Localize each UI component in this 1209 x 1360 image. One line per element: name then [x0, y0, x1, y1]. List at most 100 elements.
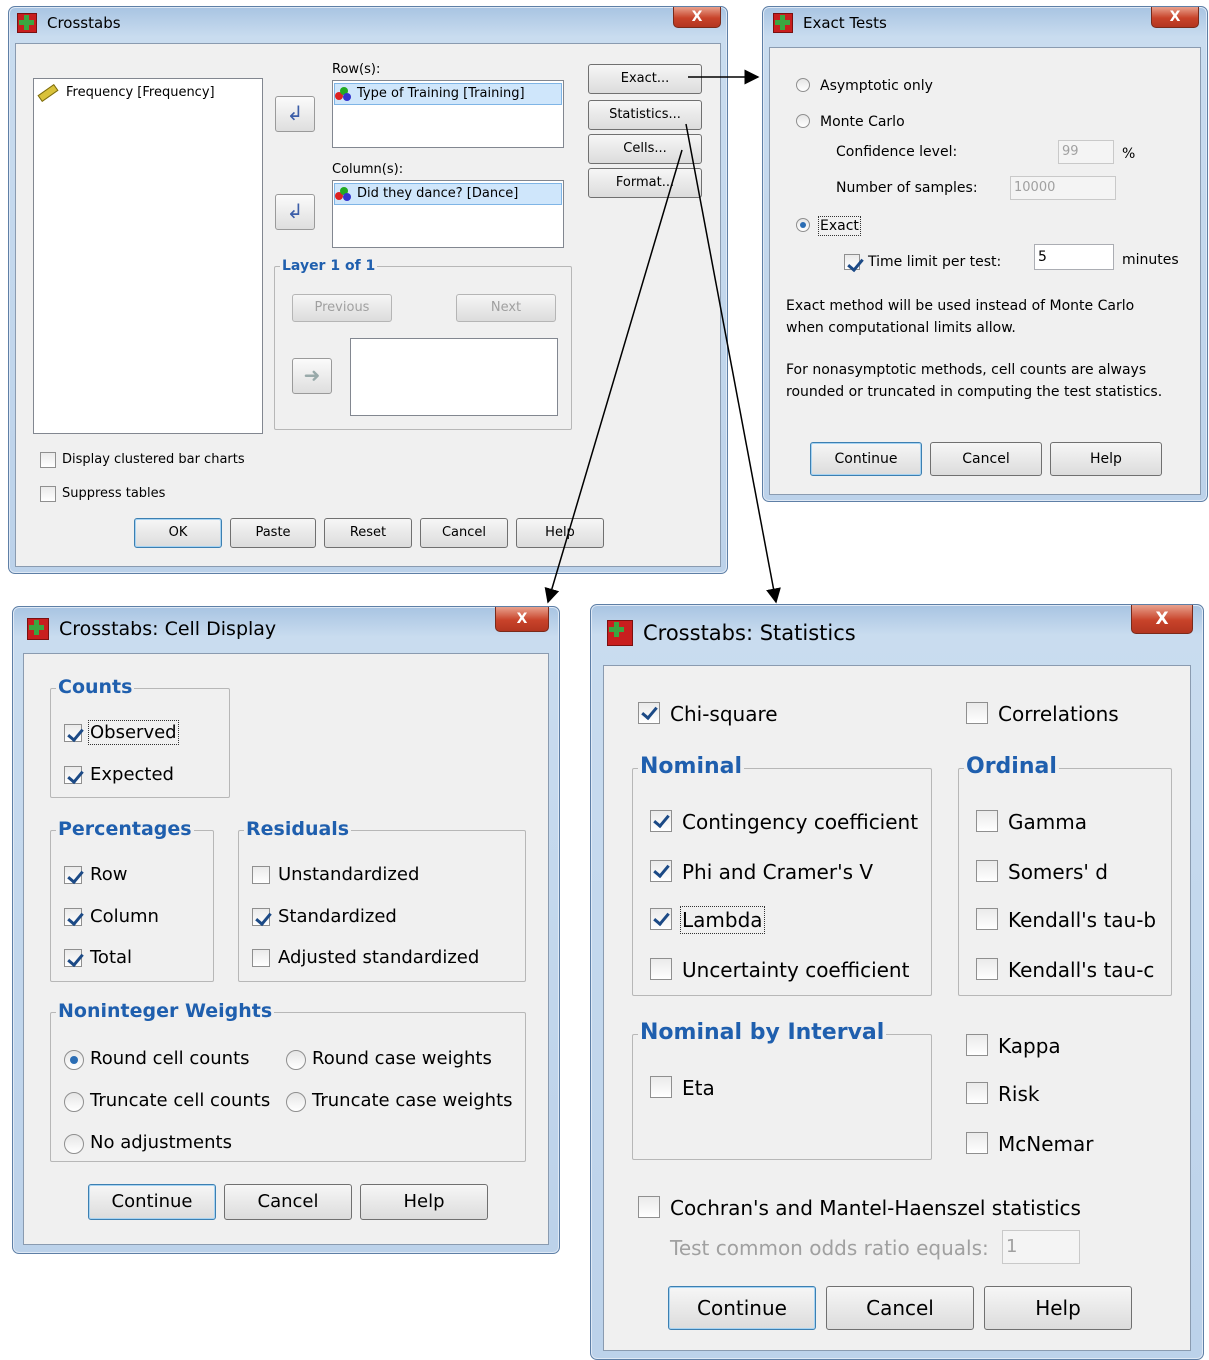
next-button[interactable]: Next [456, 294, 556, 322]
tau-c-label: Kendall's tau-c [1008, 958, 1155, 982]
samples-field[interactable]: 10000 [1010, 176, 1116, 200]
row-label: Row [90, 864, 128, 885]
help-button[interactable]: Help [360, 1184, 488, 1220]
column-checkbox[interactable] [64, 908, 82, 926]
odds-ratio-label: Test common odds ratio equals: [670, 1236, 989, 1260]
observed-checkbox[interactable] [64, 724, 82, 742]
continue-button[interactable]: Continue [810, 442, 922, 476]
move-arrow-icon: ↲ [286, 101, 304, 125]
risk-label: Risk [998, 1082, 1040, 1106]
odds-ratio-field[interactable]: 1 [1002, 1230, 1080, 1264]
exact-label: Exact [818, 216, 861, 236]
time-limit-field[interactable]: 5 [1034, 244, 1114, 270]
standardized-checkbox[interactable] [252, 908, 270, 926]
suppress-tables-checkbox[interactable] [40, 486, 56, 502]
close-button[interactable]: X [1131, 605, 1193, 634]
monte-carlo-radio[interactable] [796, 114, 810, 128]
tau-b-checkbox[interactable] [976, 908, 998, 930]
list-item[interactable]: Did they dance? [Dance] [334, 183, 562, 205]
cancel-button[interactable]: Cancel [224, 1184, 352, 1220]
continue-button[interactable]: Continue [668, 1286, 816, 1330]
statistics-client: Chi-square Correlations Nominal Continge… [603, 665, 1191, 1351]
layer-list[interactable] [350, 338, 558, 416]
exact-radio[interactable] [796, 218, 810, 232]
confidence-field[interactable]: 99 [1058, 140, 1114, 164]
ok-button[interactable]: OK [134, 518, 222, 548]
correlations-checkbox[interactable] [966, 702, 988, 724]
previous-button[interactable]: Previous [292, 294, 392, 322]
move-to-columns-button[interactable]: ↲ [275, 194, 315, 230]
continue-button[interactable]: Continue [88, 1184, 216, 1220]
tau-c-checkbox[interactable] [976, 958, 998, 980]
weights-title: Noninteger Weights [56, 1000, 275, 1022]
truncate-case-weights-radio[interactable] [286, 1092, 306, 1112]
total-checkbox[interactable] [64, 949, 82, 967]
uncertainty-checkbox[interactable] [650, 958, 672, 980]
standardized-label: Standardized [278, 906, 397, 927]
no-adjustments-radio[interactable] [64, 1134, 84, 1154]
counts-title: Counts [56, 676, 135, 698]
cancel-button[interactable]: Cancel [930, 442, 1042, 476]
move-arrow-icon: ➜ [303, 363, 321, 387]
variable-list[interactable]: Frequency [Frequency] [33, 78, 263, 434]
cancel-button[interactable]: Cancel [420, 518, 508, 548]
columns-list[interactable]: Did they dance? [Dance] [332, 180, 564, 248]
help-button[interactable]: Help [984, 1286, 1132, 1330]
cmh-checkbox[interactable] [638, 1196, 660, 1218]
close-button[interactable]: X [495, 607, 549, 632]
format-button[interactable]: Format... [588, 168, 702, 198]
somers-label: Somers' d [1008, 860, 1108, 884]
ruler-icon [37, 83, 59, 102]
move-to-rows-button[interactable]: ↲ [275, 96, 315, 132]
eta-checkbox[interactable] [650, 1076, 672, 1098]
close-icon: X [1169, 9, 1181, 25]
list-item[interactable]: Frequency [Frequency] [37, 83, 215, 102]
mcnemar-label: McNemar [998, 1132, 1094, 1156]
note-line: For nonasymptotic methods, cell counts a… [786, 362, 1147, 378]
chi-square-label: Chi-square [670, 702, 778, 726]
round-cell-counts-label: Round cell counts [90, 1048, 250, 1069]
rows-list[interactable]: Type of Training [Training] [332, 80, 564, 148]
list-item[interactable]: Type of Training [Training] [334, 83, 562, 105]
close-button[interactable]: X [673, 7, 721, 28]
gamma-checkbox[interactable] [976, 810, 998, 832]
help-button[interactable]: Help [516, 518, 604, 548]
risk-checkbox[interactable] [966, 1082, 988, 1104]
asymptotic-radio[interactable] [796, 78, 810, 92]
round-cell-counts-radio[interactable] [64, 1050, 84, 1070]
suppress-tables-label: Suppress tables [62, 486, 166, 501]
residuals-title: Residuals [244, 818, 352, 840]
lambda-checkbox[interactable] [650, 908, 672, 930]
nominal-by-interval-title: Nominal by Interval [638, 1020, 887, 1045]
reset-button[interactable]: Reset [324, 518, 412, 548]
cells-button[interactable]: Cells... [588, 134, 702, 164]
lambda-label: Lambda [680, 906, 765, 934]
adjusted-standardized-checkbox[interactable] [252, 949, 270, 967]
kappa-checkbox[interactable] [966, 1034, 988, 1056]
close-button[interactable]: X [1151, 7, 1199, 28]
exact-tests-client: Asymptotic only Monte Carlo Confidence l… [769, 47, 1201, 495]
unstandardized-checkbox[interactable] [252, 866, 270, 884]
cancel-button[interactable]: Cancel [826, 1286, 974, 1330]
row-checkbox[interactable] [64, 866, 82, 884]
paste-button[interactable]: Paste [230, 518, 316, 548]
samples-label: Number of samples: [836, 180, 978, 196]
contingency-checkbox[interactable] [650, 810, 672, 832]
nominal-by-interval-group [632, 1034, 932, 1160]
time-limit-checkbox[interactable] [844, 254, 860, 270]
move-to-layer-button[interactable]: ➜ [292, 358, 332, 394]
mcnemar-checkbox[interactable] [966, 1132, 988, 1154]
statistics-button[interactable]: Statistics... [588, 100, 702, 130]
exact-tests-dialog: Exact Tests X Asymptotic only Monte Carl… [762, 6, 1208, 502]
somers-checkbox[interactable] [976, 860, 998, 882]
help-button[interactable]: Help [1050, 442, 1162, 476]
exact-button[interactable]: Exact... [588, 64, 702, 94]
phi-cramer-checkbox[interactable] [650, 860, 672, 882]
clustered-bar-checkbox[interactable] [40, 452, 56, 468]
chi-square-checkbox[interactable] [638, 702, 660, 724]
round-case-weights-radio[interactable] [286, 1050, 306, 1070]
adjusted-standardized-label: Adjusted standardized [278, 947, 480, 968]
uncertainty-label: Uncertainty coefficient [682, 958, 910, 982]
expected-checkbox[interactable] [64, 766, 82, 784]
truncate-cell-counts-radio[interactable] [64, 1092, 84, 1112]
